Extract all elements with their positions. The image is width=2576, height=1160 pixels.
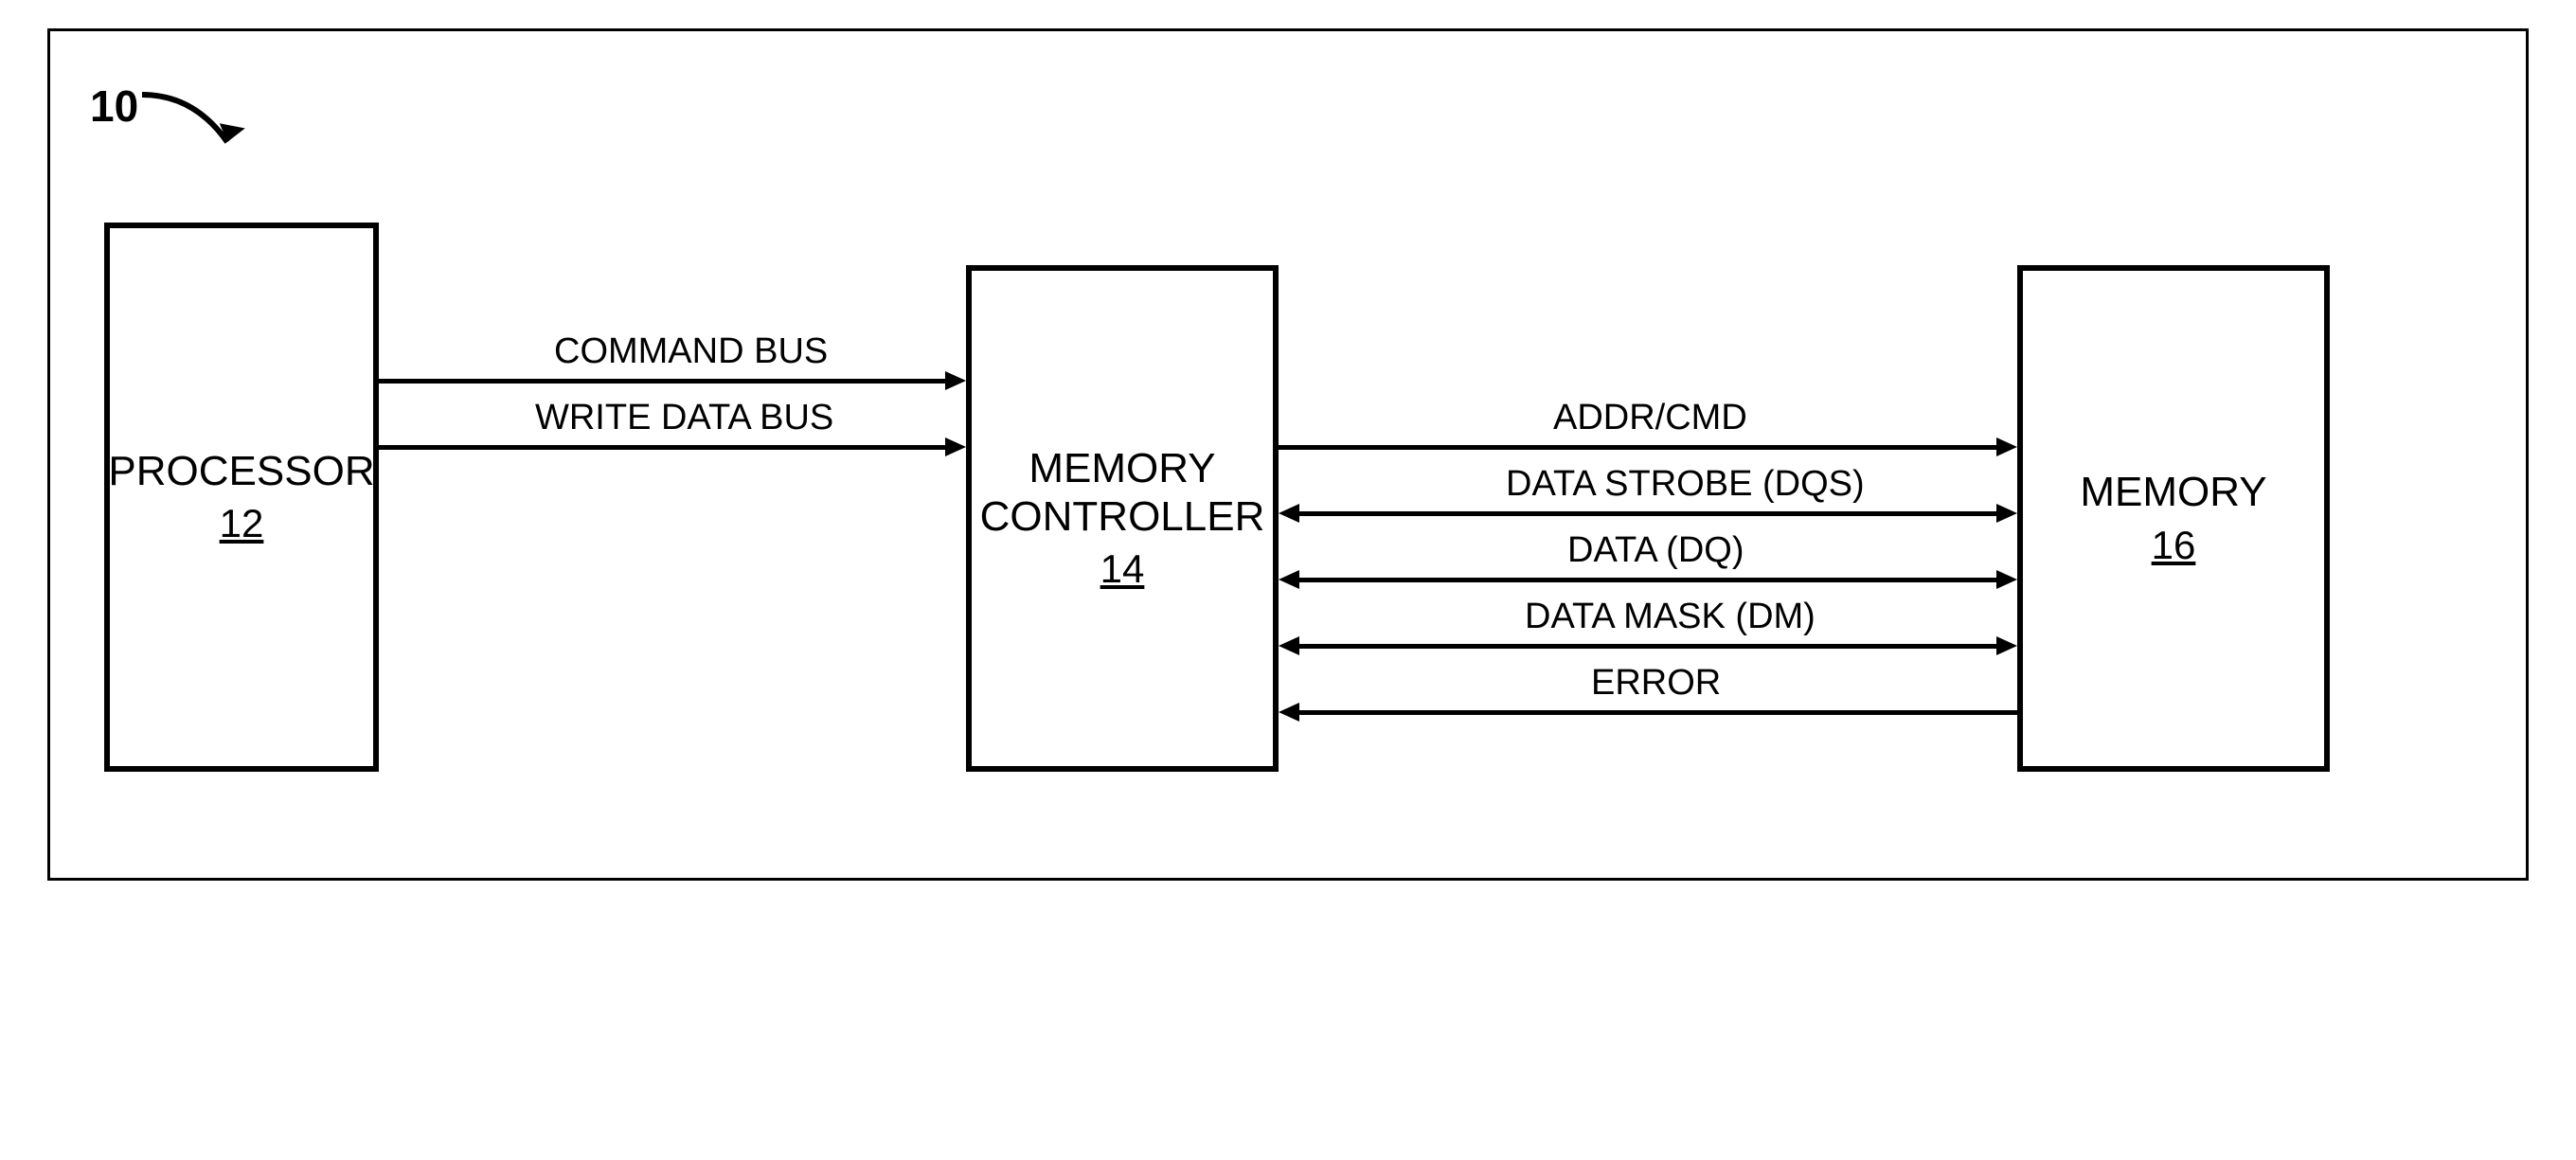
memory-controller-block: MEMORY CONTROLLER 14: [966, 265, 1279, 772]
write-data-bus-line: [379, 445, 945, 450]
error-line: [1299, 710, 2017, 715]
dq-label: DATA (DQ): [1567, 530, 1744, 571]
addr-cmd-arrow-right-icon: [1996, 437, 2017, 456]
dm-arrow-right-icon: [1996, 636, 2017, 655]
memory-block: MEMORY 16: [2017, 265, 2330, 772]
diagram-canvas: 10 PROCESSOR 12 MEMORY CONTROLLER 14 MEM…: [0, 0, 2576, 1160]
memory-num: 16: [2152, 523, 2196, 568]
controller-title: MEMORY CONTROLLER: [980, 445, 1265, 541]
dqs-arrow-left-icon: [1279, 504, 1299, 523]
dm-arrow-left-icon: [1279, 636, 1299, 655]
dqs-label: DATA STROBE (DQS): [1506, 464, 1865, 505]
memory-title: MEMORY: [2080, 469, 2266, 517]
dq-line: [1299, 578, 1996, 582]
error-arrow-left-icon: [1279, 703, 1299, 722]
command-bus-label: COMMAND BUS: [554, 331, 828, 372]
command-bus-arrow-right-icon: [945, 371, 966, 390]
dm-label: DATA MASK (DM): [1525, 597, 1816, 637]
processor-num: 12: [220, 501, 264, 546]
write-data-bus-arrow-right-icon: [945, 437, 966, 456]
addr-cmd-label: ADDR/CMD: [1553, 398, 1747, 438]
ref-arrow-icon: [137, 90, 251, 175]
processor-block: PROCESSOR 12: [104, 223, 379, 772]
write-data-bus-label: WRITE DATA BUS: [535, 398, 833, 438]
dqs-arrow-right-icon: [1996, 504, 2017, 523]
dm-line: [1299, 644, 1996, 649]
command-bus-line: [379, 379, 945, 384]
dq-arrow-left-icon: [1279, 570, 1299, 589]
addr-cmd-line: [1279, 445, 1996, 450]
processor-title: PROCESSOR: [108, 448, 374, 496]
controller-num: 14: [1100, 546, 1145, 592]
dq-arrow-right-icon: [1996, 570, 2017, 589]
error-label: ERROR: [1591, 663, 1721, 704]
diagram-ref-number: 10: [90, 80, 138, 132]
dqs-line: [1299, 511, 1996, 516]
